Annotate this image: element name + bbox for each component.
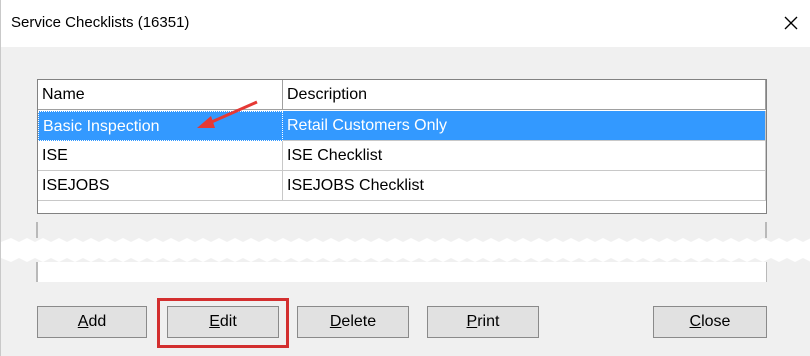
annotation-arrow-icon (197, 100, 258, 128)
add-button-label: dd (88, 313, 107, 330)
cell-name: ISE (38, 141, 283, 171)
cell-name: ISEJOBS (38, 171, 283, 201)
table-row[interactable]: Basic Inspection Retail Customers Only (38, 111, 766, 141)
add-button[interactable]: Add (37, 306, 147, 338)
torn-edge-divider (1, 222, 810, 282)
print-button-label: rint (477, 313, 500, 330)
cell-description: ISE Checklist (283, 141, 766, 171)
delete-button-label: elete (341, 313, 377, 330)
table-row[interactable]: ISEJOBS ISEJOBS Checklist (38, 171, 766, 201)
service-checklists-window: Service Checklists (16351) Name Descript… (0, 0, 810, 356)
grid-header: Name Description (38, 80, 766, 112)
title-bar: Service Checklists (16351) (1, 0, 810, 47)
print-button[interactable]: Print (427, 306, 539, 338)
cell-description: ISEJOBS Checklist (283, 171, 766, 201)
table-row[interactable]: ISE ISE Checklist (38, 141, 766, 171)
delete-button-mnemonic: D (329, 313, 342, 330)
close-button[interactable]: Close (653, 306, 767, 338)
cell-description: Retail Customers Only (283, 111, 766, 141)
close-button-mnemonic: C (689, 313, 702, 330)
close-button-label: lose (701, 313, 731, 330)
add-button-mnemonic: A (77, 313, 89, 330)
print-button-mnemonic: P (466, 313, 478, 330)
column-header-description[interactable]: Description (283, 80, 766, 110)
close-icon (784, 16, 798, 30)
close-window-button[interactable] (775, 9, 807, 37)
delete-button[interactable]: Delete (297, 306, 409, 338)
window-title: Service Checklists (16351) (11, 14, 190, 31)
edit-button-highlight (157, 298, 289, 348)
checklists-grid: Name Description Basic Inspection Retail… (37, 79, 767, 214)
